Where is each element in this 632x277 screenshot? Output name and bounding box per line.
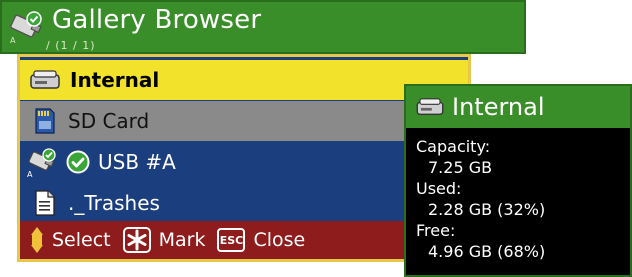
free-label: Free: <box>416 221 456 240</box>
info-details: Capacity: 7.25 GB Used: 2.28 GB (32%) Fr… <box>416 136 545 262</box>
close-hint: Close <box>253 229 306 251</box>
asterisk-key-icon <box>122 227 151 253</box>
title-bar: A Gallery Browser / (1 / 1) <box>0 0 526 54</box>
select-hint: Select <box>52 229 111 251</box>
drive-item-internal[interactable]: Internal <box>20 60 468 100</box>
used-label: Used: <box>416 179 462 198</box>
drive-label: Internal <box>70 68 160 92</box>
app-title: Gallery Browser <box>52 5 262 35</box>
esc-key-icon: ESC <box>217 228 246 252</box>
up-down-arrow-icon <box>30 227 44 253</box>
footer-bar: Select Mark ESC Close <box>17 221 471 262</box>
drive-item-trashes[interactable]: ._Trashes <box>20 183 468 223</box>
info-title: Internal <box>452 93 545 121</box>
hard-drive-icon <box>30 69 60 91</box>
free-value: 4.96 GB (68%) <box>428 242 546 261</box>
usb-drive-icon: A <box>26 146 62 178</box>
svg-text:A: A <box>27 170 33 178</box>
svg-text:A: A <box>10 36 16 45</box>
mark-hint: Mark <box>158 229 206 251</box>
drive-info-panel: Internal Capacity: 7.25 GB Used: 2.28 GB… <box>404 84 632 277</box>
sd-card-icon <box>34 107 56 135</box>
document-icon <box>34 189 56 217</box>
path-indicator: / (1 / 1) <box>46 39 96 52</box>
drive-item-sd-card[interactable]: SD Card <box>20 101 468 141</box>
check-circle-icon <box>66 150 90 174</box>
used-value: 2.28 GB (32%) <box>428 200 546 219</box>
hard-drive-icon <box>416 97 444 117</box>
drive-label: SD Card <box>68 109 150 133</box>
capacity-label: Capacity: <box>416 137 491 156</box>
usb-drive-icon: A <box>8 9 48 45</box>
info-header: Internal <box>406 86 630 128</box>
drive-label: ._Trashes <box>68 191 160 215</box>
capacity-value: 7.25 GB <box>428 158 493 177</box>
drive-item-usb-a[interactable]: A USB #A <box>20 142 468 182</box>
drive-label: USB #A <box>98 150 176 174</box>
